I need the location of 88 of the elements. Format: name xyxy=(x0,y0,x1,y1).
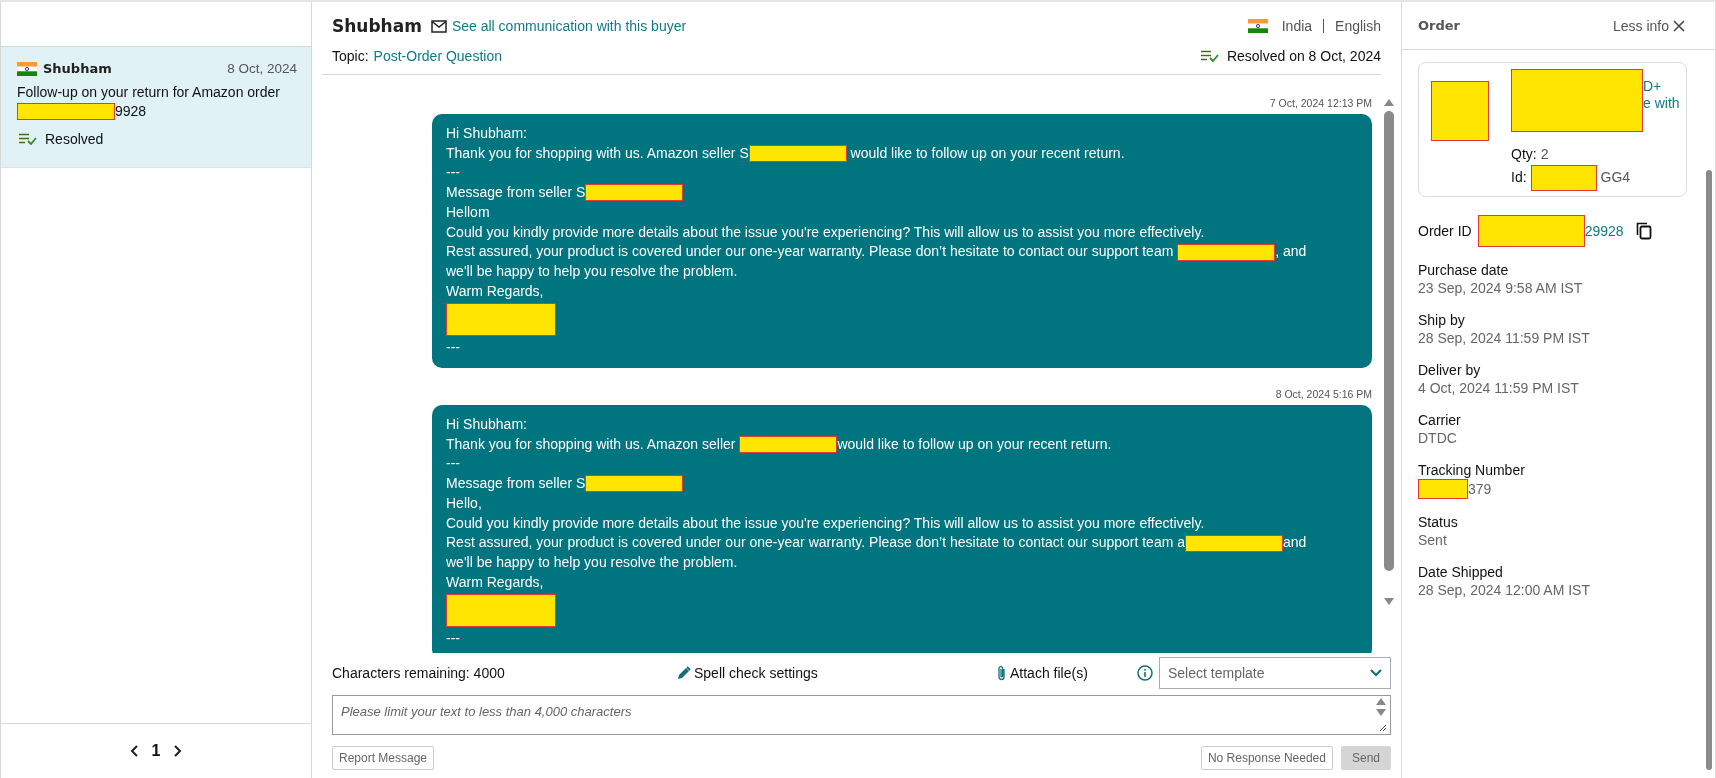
no-response-button[interactable]: No Response Needed xyxy=(1200,746,1333,770)
message-text: --- xyxy=(446,338,460,358)
message-text: --- xyxy=(446,163,460,183)
subject-text: 9928 xyxy=(115,102,147,121)
field-value-text: DTDC xyxy=(1418,429,1457,447)
scroll-arrows-icon xyxy=(1376,698,1386,716)
field-label: Purchase date xyxy=(1418,261,1510,279)
message-text: Thank you for shopping with us. Amazon seller S xyxy=(446,143,749,163)
field-label: Tracking Number xyxy=(1418,461,1526,479)
chevron-down-icon xyxy=(1370,669,1382,677)
order-id-label: Order ID xyxy=(1418,223,1472,239)
panel-title: Order xyxy=(1418,18,1460,33)
buyer-name: Shubham xyxy=(43,61,112,76)
conversation-item[interactable]: Shubham 8 Oct, 2024 Follow-up on your return for Amazon order 9928 Resolved xyxy=(1,47,311,168)
message-text: Rest assured, your product is covered under our one-year warranty. Please don’t hesitate to contact our support team a xyxy=(446,533,1186,553)
qty-value: 2 xyxy=(1540,146,1549,163)
message-text: Hi Shubham: xyxy=(446,124,527,143)
field-value-text: Sent xyxy=(1418,531,1447,549)
message-text: we'll be happy to help you resolve the problem. xyxy=(446,552,738,572)
message-text: Thank you for shopping with us. Amazon seller xyxy=(446,434,737,454)
resolved-icon xyxy=(1200,50,1219,62)
buyer-name: Shubham xyxy=(332,16,422,36)
message-text: , and xyxy=(1275,242,1307,262)
field-label: Status xyxy=(1418,513,1459,531)
resize-handle-icon xyxy=(1377,722,1387,732)
topic-label: Topic: xyxy=(332,48,369,64)
message-text: Could you kindly provide more details about the issue you're experiencing? This will allow us to assist you more effectively. xyxy=(446,513,1205,533)
field-value-text: 23 Sep, 2024 9:58 AM IST xyxy=(1418,279,1583,297)
field-label: Ship by xyxy=(1418,311,1466,329)
copy-icon xyxy=(1635,222,1652,240)
message-timestamp: 8 Oct, 2024 5:16 PM xyxy=(1274,387,1372,403)
redaction-mark xyxy=(1431,81,1489,141)
flag-icon xyxy=(17,61,37,76)
communication-link[interactable]: See all communication with this buyer xyxy=(451,18,687,34)
order-id-text: 29928 xyxy=(1584,223,1624,239)
message-text: we'll be happy to help you resolve the problem. xyxy=(446,261,738,281)
field-label: Date Shipped xyxy=(1418,563,1504,581)
less-info-link[interactable]: Less info xyxy=(1612,17,1685,34)
subject-text: Follow-up on your return for Amazon order xyxy=(17,83,280,102)
field-value-text: 28 Sep, 2024 11:59 PM IST xyxy=(1418,329,1590,347)
resolved-text: Resolved on 8 Oct, 2024 xyxy=(1226,48,1381,64)
message-text: would like to follow up on your recent return. xyxy=(837,434,1112,454)
close-icon xyxy=(1673,19,1685,32)
message-text: and xyxy=(1283,533,1307,553)
message-text: Hi Shubham: xyxy=(446,415,527,435)
message-text: would like to follow up on your recent return. xyxy=(849,143,1125,163)
id-label: Id: xyxy=(1511,168,1527,186)
resolved-icon xyxy=(19,133,37,145)
info-icon xyxy=(1137,665,1153,681)
message-text: Warm Regards, xyxy=(446,281,544,301)
report-button[interactable]: Report Message xyxy=(332,746,435,770)
product-title-link[interactable]: e with xyxy=(1643,95,1680,112)
paperclip-icon xyxy=(997,665,1007,681)
message-timestamp: 7 Oct, 2024 12:13 PM xyxy=(1268,96,1372,111)
topic-link[interactable]: Post-Order Question xyxy=(373,48,502,64)
field-label: Carrier xyxy=(1418,411,1462,429)
message-text: Hellom xyxy=(446,202,490,222)
mail-icon xyxy=(430,19,447,33)
field-value-text: 379 xyxy=(1468,480,1492,498)
message-text: Could you kindly provide more details about the issue you're experiencing? This will allow us to assist you more effectively. xyxy=(446,222,1205,242)
chevron-right-icon xyxy=(172,745,183,757)
conversation-date: 8 Oct, 2024 xyxy=(227,61,297,76)
field-value-text: 4 Oct, 2024 11:59 PM IST xyxy=(1418,379,1579,397)
attach-link[interactable]: Attach file(s) xyxy=(997,665,1137,681)
chevron-left-icon xyxy=(129,745,140,757)
field-label: Deliver by xyxy=(1418,361,1482,379)
flag-icon xyxy=(1247,19,1268,33)
spell-check-link[interactable]: Spell check settings xyxy=(677,665,997,681)
message-text: Message from seller S xyxy=(446,183,586,203)
product-title-link[interactable]: D+ xyxy=(1643,78,1680,95)
language-text: English xyxy=(1335,18,1381,34)
pencil-icon xyxy=(677,666,691,680)
characters-remaining: Characters remaining: 4000 xyxy=(332,665,506,681)
message-text: --- xyxy=(446,629,460,649)
message-text: Warm Regards, xyxy=(446,572,544,592)
qty-label: Qty: xyxy=(1511,146,1537,163)
redaction-mark xyxy=(1530,165,1597,191)
message-text: Message from seller S xyxy=(446,474,586,494)
page-number[interactable]: 1 xyxy=(151,742,161,760)
redaction-mark xyxy=(1418,479,1468,499)
message-text: Hello, xyxy=(446,493,482,513)
template-dropdown[interactable]: Select template xyxy=(1159,657,1391,689)
message-text: Rest assured, your product is covered under our one-year warranty. Please don’t hesitate to contact our support team xyxy=(446,242,1175,262)
country-text: India xyxy=(1281,18,1313,34)
product-id-text: GG4 xyxy=(1600,168,1631,186)
field-value-text: 28 Sep, 2024 12:00 AM IST xyxy=(1418,581,1590,599)
status-text: Resolved xyxy=(45,131,104,147)
message-text: --- xyxy=(446,454,460,474)
